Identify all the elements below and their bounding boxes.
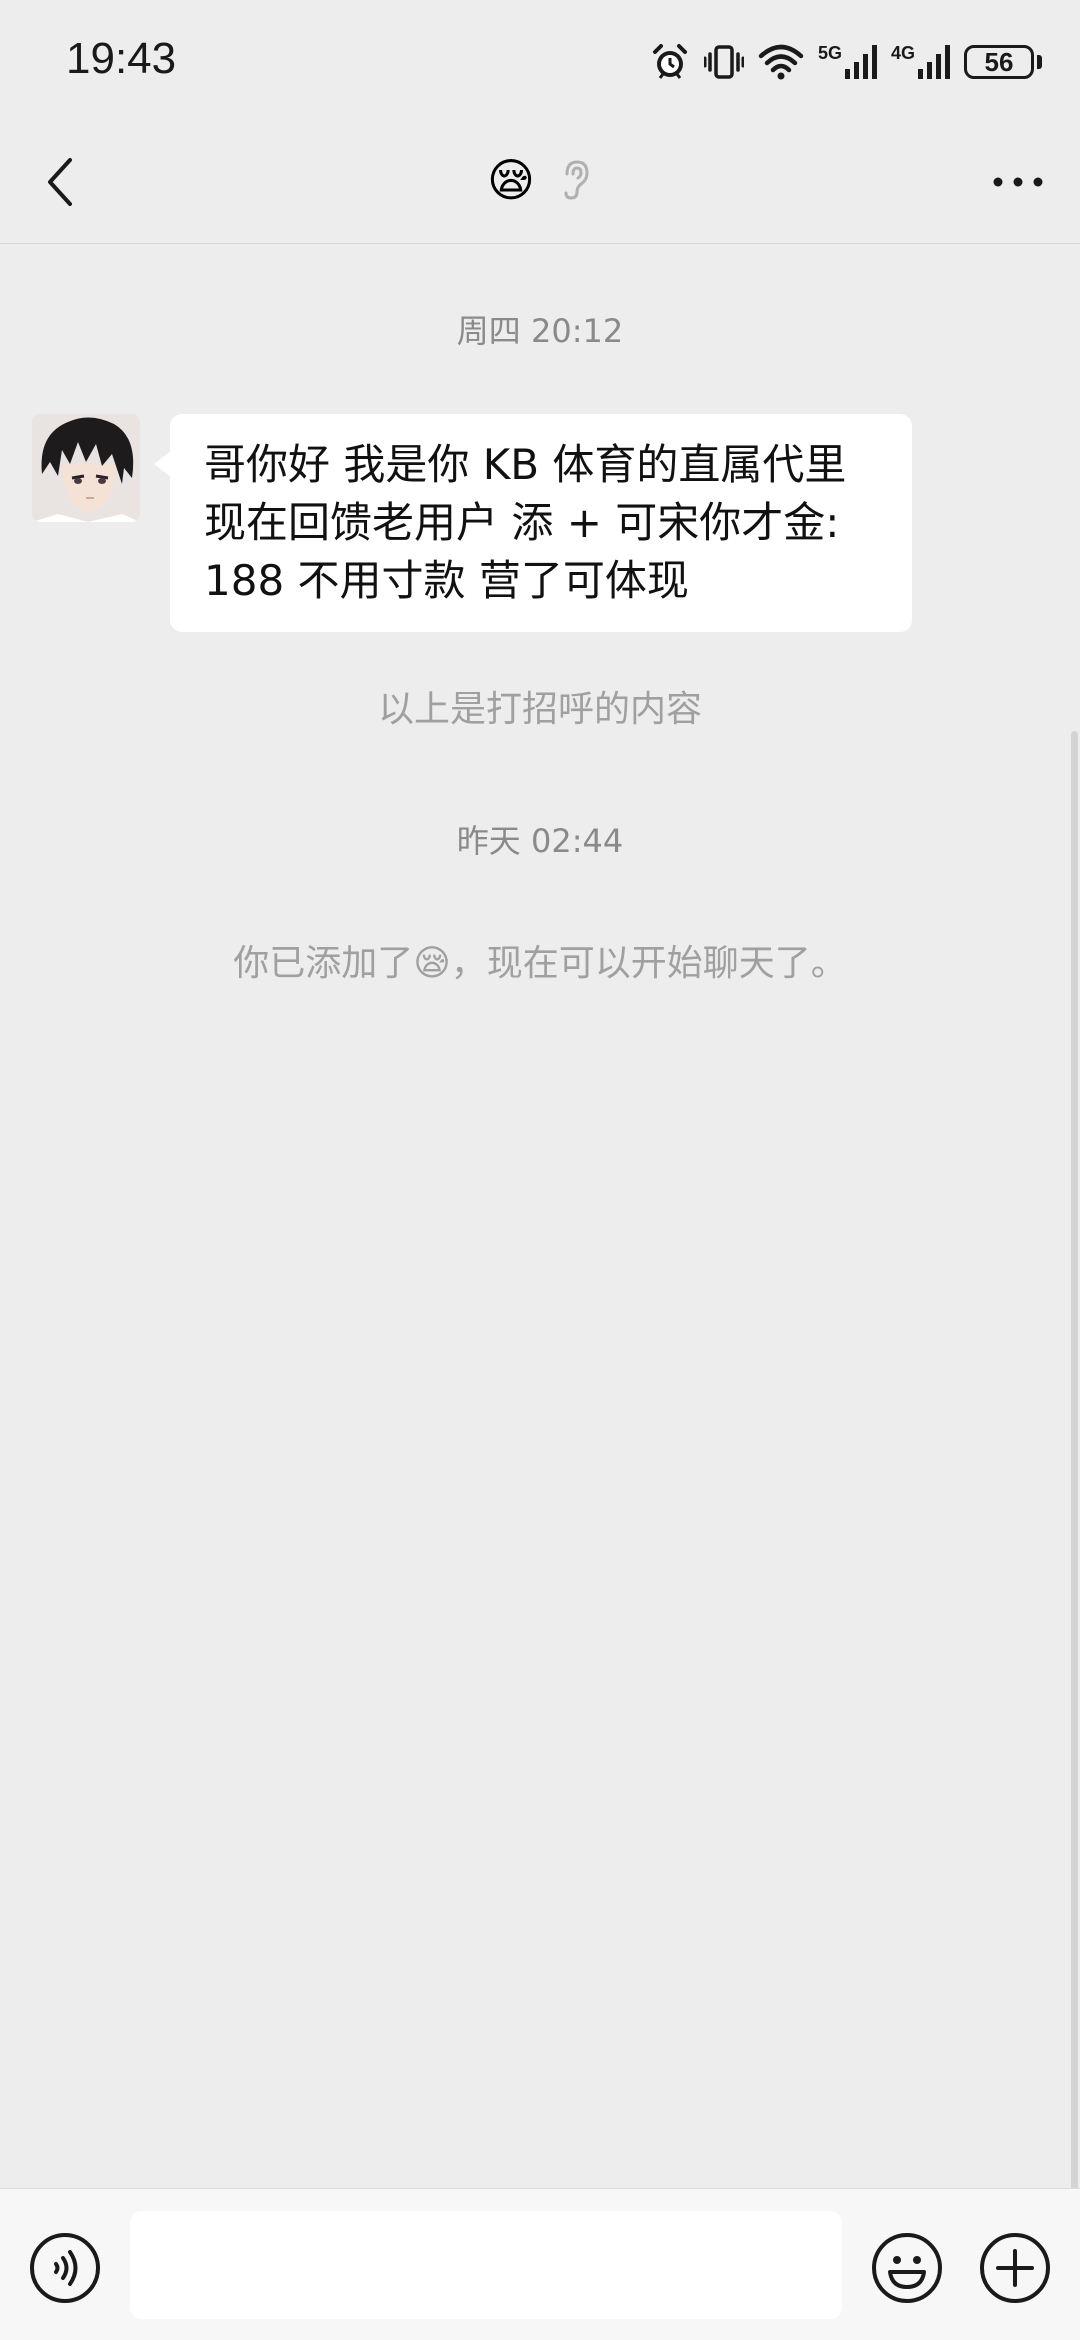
smiley-icon xyxy=(872,2233,942,2303)
signal-5g-icon: 5G xyxy=(817,43,877,79)
ear-icon xyxy=(564,160,589,200)
chat-message-list[interactable]: 周四 20:12 哥你好 我是你 KB 体育的直属代里 现在回馈老用户 添 + xyxy=(0,244,1080,2340)
message-line: 哥你好 我是你 KB 体育的直属代里 xyxy=(204,440,847,489)
message-timestamp: 昨天 02:44 xyxy=(456,822,624,860)
signal-4g-icon: 4G xyxy=(890,43,950,79)
message-bubble[interactable]: 哥你好 我是你 KB 体育的直属代里 现在回馈老用户 添 + 可宋你才金: 18… xyxy=(154,414,912,632)
network-5g-label: 5G xyxy=(817,43,842,63)
more-horizontal-icon xyxy=(993,177,1043,187)
alarm-icon xyxy=(652,44,687,79)
more-button[interactable] xyxy=(986,154,1050,210)
chat-title: 😪 xyxy=(0,150,1080,210)
voice-button[interactable] xyxy=(28,2231,102,2305)
scrollbar[interactable] xyxy=(1071,731,1078,2340)
vibrate-icon xyxy=(703,45,744,79)
network-4g-label: 4G xyxy=(890,43,915,63)
nav-bar: 😪 xyxy=(0,120,1080,244)
input-bar xyxy=(0,2188,1080,2340)
status-bar: 19:43 5G 4G 56 xyxy=(0,0,1080,120)
status-time: 19:43 xyxy=(66,34,177,83)
status-icons: 5G 4G 56 xyxy=(650,40,1042,84)
message-timestamp: 周四 20:12 xyxy=(456,312,624,350)
contact-name-emoji: 😪 xyxy=(487,153,535,207)
battery-icon: 56 xyxy=(964,45,1042,79)
friend-added-notice: 你已添加了😪，现在可以开始聊天了。 xyxy=(233,943,847,984)
chat-screen: 19:43 5G 4G 56 😪 周四 20:12 哥你好 我是你 KB 体育的… xyxy=(0,0,1080,2340)
voice-icon xyxy=(30,2233,100,2303)
plus-circle-icon xyxy=(980,2233,1050,2303)
message-line: 188 不用寸款 营了可体现 xyxy=(204,556,689,605)
more-features-button[interactable] xyxy=(978,2231,1052,2305)
emoji-button[interactable] xyxy=(870,2231,944,2305)
message-input[interactable] xyxy=(130,2211,842,2319)
message-line: 现在回馈老用户 添 + 可宋你才金: xyxy=(204,498,840,547)
battery-level: 56 xyxy=(964,45,1034,79)
wifi-icon xyxy=(758,44,804,80)
greeting-note: 以上是打招呼的内容 xyxy=(377,689,702,730)
avatar[interactable] xyxy=(32,414,140,522)
